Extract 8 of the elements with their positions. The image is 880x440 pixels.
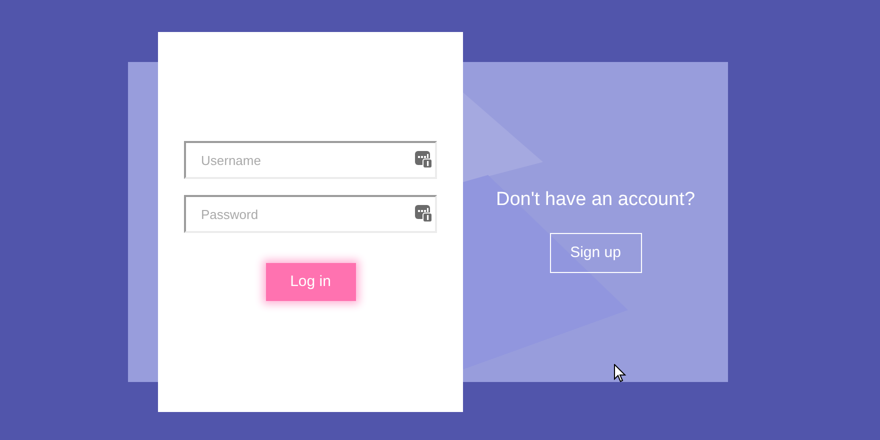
password-manager-icon[interactable]	[415, 205, 432, 222]
password-manager-icon[interactable]	[415, 151, 432, 168]
signup-button[interactable]: Sign up	[550, 233, 642, 273]
signup-prompt: Don't have an account?	[496, 188, 696, 212]
login-button[interactable]: Log in	[266, 263, 356, 301]
input-field[interactable]: Username	[184, 141, 437, 179]
cursor-icon	[614, 364, 627, 383]
input-field[interactable]: Password	[184, 195, 437, 233]
